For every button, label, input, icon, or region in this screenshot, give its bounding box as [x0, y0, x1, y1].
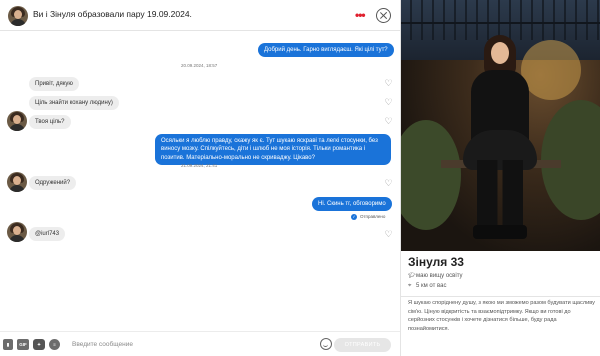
avatar[interactable]	[8, 6, 28, 26]
location-pin-icon: ⌖	[408, 283, 412, 289]
emoji-icon[interactable]	[320, 338, 332, 350]
message-list[interactable]: Добрий день. Гарно виглядаєш. Які цілі т…	[0, 31, 400, 331]
message-incoming: @iurl743	[29, 227, 66, 242]
message-incoming: Одружений?	[29, 176, 77, 191]
delivery-status-label: Отправлено	[360, 214, 386, 220]
date-separator: 21.09.2024, 21:41	[181, 163, 218, 168]
profile-education: 🎓︎маю вищу освіту	[408, 272, 463, 279]
message-input[interactable]	[72, 338, 302, 351]
education-label: маю вищу освіту	[416, 273, 463, 279]
heart-icon[interactable]: ♡	[384, 117, 393, 126]
distance-label: 5 км от вас	[416, 283, 447, 289]
divider	[401, 296, 600, 297]
message-outgoing: Добрий день. Гарно виглядаєш. Які цілі т…	[258, 43, 394, 58]
graduation-cap-icon: 🎓︎	[408, 273, 416, 279]
profile-photo[interactable]	[401, 0, 600, 251]
profile-distance: ⌖ 5 км от вас	[408, 283, 447, 290]
date-separator: 20.09.2024, 18:57	[181, 63, 218, 68]
heart-icon[interactable]: ♡	[384, 230, 393, 239]
avatar[interactable]	[7, 222, 27, 242]
check-icon: ✓	[351, 214, 357, 220]
profile-bio: Я шукаю споріднену душу, з якою ми зможе…	[408, 300, 595, 332]
gif-button[interactable]: GIF	[17, 339, 29, 350]
composer-bar: ▮ GIF ✦ ≡ ОТПРАВИТЬ	[0, 331, 400, 356]
profile-name: Зінуля 33	[408, 255, 464, 269]
message-incoming: Привіт, дякую	[29, 77, 79, 92]
avatar[interactable]	[7, 172, 27, 192]
delivery-status: ✓ Отправлено	[351, 214, 385, 220]
close-icon[interactable]	[376, 8, 391, 23]
message-incoming: Ціль знайти кохану людину)	[29, 96, 119, 111]
send-button[interactable]: ОТПРАВИТЬ	[334, 338, 391, 352]
app-window: Ви і Зінуля образовали пару 19.09.2024. …	[0, 0, 600, 356]
attachment-icon[interactable]: ▮	[3, 339, 13, 350]
message-incoming: Твоя ціль?	[29, 115, 71, 130]
menu-icon[interactable]: ≡	[49, 339, 60, 350]
sticker-icon[interactable]: ✦	[33, 339, 45, 350]
chat-header: Ви і Зінуля образовали пару 19.09.2024. …	[0, 0, 400, 31]
message-outgoing: Ні. Скинь тг, обговоримо	[312, 197, 392, 212]
match-title: Ви і Зінуля образовали пару 19.09.2024.	[33, 9, 192, 19]
message-outgoing: Осяльки я люблю правду, скажу як є. Тут …	[155, 134, 391, 166]
avatar[interactable]	[7, 111, 27, 131]
chat-panel: Ви і Зінуля образовали пару 19.09.2024. …	[0, 0, 400, 356]
heart-icon[interactable]: ♡	[384, 79, 393, 88]
heart-icon[interactable]: ♡	[384, 179, 393, 188]
more-dots-icon[interactable]: •••	[355, 9, 366, 21]
heart-icon[interactable]: ♡	[384, 98, 393, 107]
